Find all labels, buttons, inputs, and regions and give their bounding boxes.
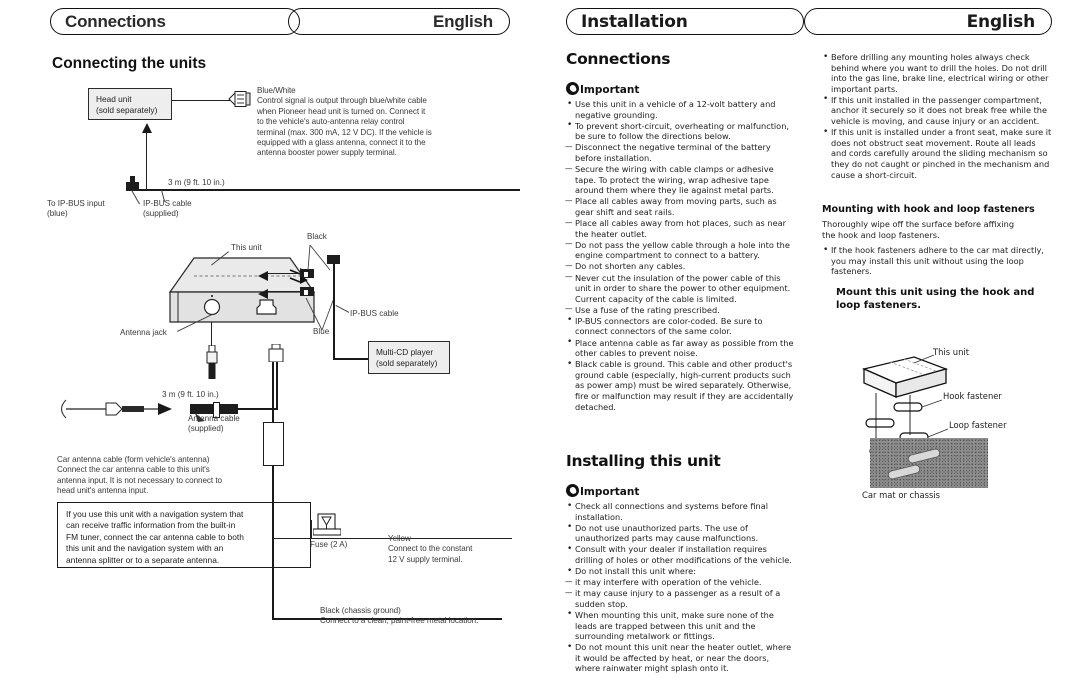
section-header-connections-label: Connections (65, 11, 166, 31)
connections-item: Place antenna cable as far away as possi… (566, 337, 794, 359)
installing-item: Consult with your dealer if installation… (566, 544, 794, 565)
connections-item: Use a fuse of the rating prescribed. (565, 304, 794, 316)
important-icon (566, 82, 579, 95)
important-icon-2 (566, 484, 579, 497)
fuse-branch-riser (311, 520, 313, 538)
power-plug-icon (268, 343, 284, 363)
multicd-player-box: Multi-CD player (sold separately) (368, 341, 450, 374)
antenna-cable-arrow-icon (195, 410, 207, 428)
connections-item: Place all cables away from hot places, s… (565, 218, 794, 239)
car-antenna-plug-icon (58, 398, 188, 420)
yellow-note: Yellow Connect to the constant 12 V supp… (388, 534, 473, 564)
connections-item: Secure the wiring with cable clamps or a… (565, 164, 794, 196)
black-ground-note: Black (chassis ground) Connect to a clea… (320, 606, 479, 626)
column3-item: Before drilling any mounting holes alway… (822, 51, 1052, 94)
heading-mount-using-hook-loop: Mount this unit using the hook and loop … (836, 287, 1035, 311)
section-header-connections: Connections (50, 8, 300, 35)
black-blue-leaders (250, 240, 360, 340)
section-header-installation-label: Installation (581, 11, 688, 32)
language-badge-right: English (804, 8, 1052, 35)
installing-item: Do not use unauthorized parts. The use o… (566, 522, 794, 544)
important-label-connections: Important (580, 84, 640, 96)
antenna-jack-plug-guide (211, 322, 213, 346)
section-header-installation: Installation (566, 8, 804, 35)
language-badge-right-label: English (966, 11, 1036, 32)
to-ipbus-leader (131, 190, 140, 205)
ipbus-connector-right-icon (327, 255, 340, 264)
antenna-jack-label: Antenna jack (120, 328, 167, 337)
connections-item: Do not pass the yellow cable through a h… (565, 239, 794, 261)
length-top-label: 3 m (9 ft. 10 in.) (168, 178, 225, 187)
important-badge-installing: Important (566, 482, 639, 498)
ipbus-right-vertical (333, 262, 336, 360)
connections-item: IP-BUS connectors are color-coded. Be su… (566, 315, 794, 337)
hook-loop-body: Thoroughly wipe off the surface before a… (822, 219, 1015, 240)
fuse-label: Fuse (2 A) (310, 540, 348, 549)
page-title-connecting-units: Connecting the units (52, 55, 207, 72)
heading-connections: Connections (566, 50, 671, 68)
fuse-icon (312, 512, 342, 540)
bluewhite-note: Blue/White Control signal is output thro… (257, 86, 432, 158)
important-badge-connections: Important (566, 80, 639, 96)
connections-item: Black cable is ground. This cable and ot… (566, 359, 794, 412)
antenna-cable-riser (276, 362, 279, 410)
important-label-installing: Important (580, 486, 640, 498)
heading-mounting-hook-loop: Mounting with hook and loop fasteners (822, 204, 1035, 215)
figure-label-car-mat: Car mat or chassis (862, 490, 941, 500)
language-badge-left: English (288, 8, 510, 35)
ipbus-connector-left-neck-icon (130, 176, 135, 183)
connections-item: Never cut the insulation of the power ca… (565, 272, 794, 305)
installing-item: it may interfere with operation of the v… (565, 577, 794, 588)
connections-list: Use this unit in a vehicle of a 12-volt … (565, 98, 794, 413)
column3-list: Before drilling any mounting holes alway… (822, 51, 1052, 181)
connections-item: Do not shorten any cables. (565, 261, 794, 272)
installing-item: it may cause injury to a passenger as a … (565, 588, 794, 609)
figure-label-this-unit: This unit (933, 347, 970, 357)
head-unit-to-connector-wire (172, 100, 234, 102)
connections-item: Disconnect the negative terminal of the … (565, 142, 794, 163)
bluewhite-connector-icon (228, 88, 254, 110)
installing-item: Do not install this unit where: (566, 566, 794, 577)
installing-item: Do not mount this unit near the heater o… (566, 642, 794, 674)
ferrite-core-icon (263, 422, 284, 466)
antenna-plug-icon (205, 344, 219, 379)
column3-item: If this unit is installed under a front … (822, 127, 1052, 180)
heading-installing-this-unit: Installing this unit (566, 452, 721, 470)
connections-item: To prevent short-circuit, overheating or… (566, 120, 794, 142)
power-cable-main-vertical (272, 362, 275, 620)
installing-list: Check all connections and systems before… (565, 500, 794, 675)
left-page: Connections English Connecting the units… (0, 0, 540, 698)
figure-label-loop-fastener: Loop fastener (949, 420, 1007, 430)
language-badge-left-label: English (433, 11, 493, 31)
connections-item: Use this unit in a vehicle of a 12-volt … (566, 98, 794, 120)
car-mat-slots (870, 438, 988, 488)
head-unit-box: Head unit (sold separately) (88, 88, 172, 120)
column3-item: If this unit installed in the passenger … (822, 94, 1052, 127)
figure-label-hook-fastener: Hook fastener (943, 391, 1002, 401)
to-ipbus-input-label: To IP-BUS input (blue) (47, 199, 105, 219)
installing-item: When mounting this unit, make sure none … (566, 609, 794, 642)
hook-item: If the hook fasteners adhere to the car … (822, 245, 1052, 277)
hook-loop-bullet-list: If the hook fasteners adhere to the car … (822, 245, 1052, 277)
ipbus-cable-supplied-label: IP-BUS cable (supplied) (143, 199, 192, 219)
connections-item: Place all cables away from moving parts,… (565, 196, 794, 217)
installing-item: Check all connections and systems before… (566, 500, 794, 522)
ipbus-cable-label: IP-BUS cable (350, 309, 399, 318)
right-page: Installation English Connections Importa… (540, 0, 1080, 698)
ipbus-connector-left-icon (126, 182, 139, 191)
ipbus-cable-top-run (132, 189, 520, 192)
ipbus-arrow-up-icon (141, 121, 153, 139)
